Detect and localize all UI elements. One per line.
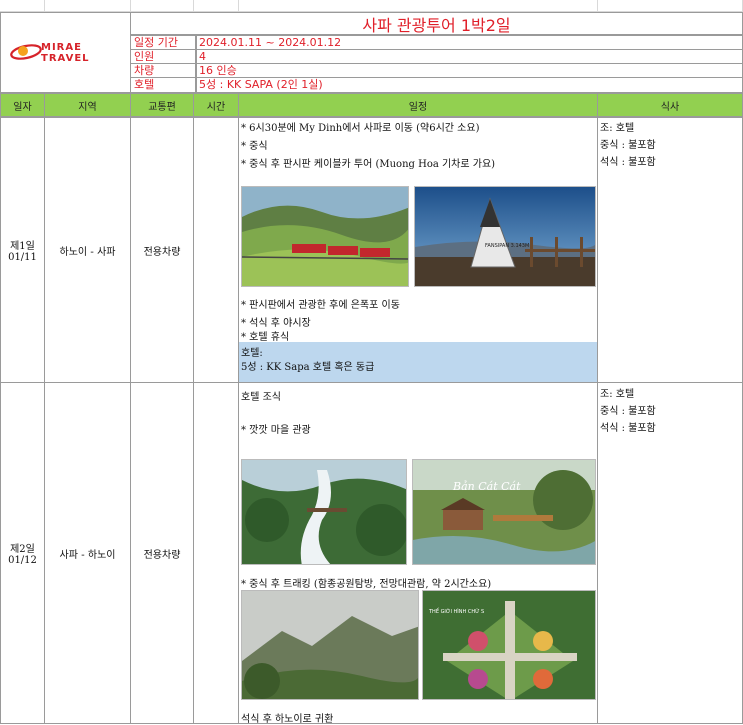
- column-header-meals: 식사: [597, 93, 743, 117]
- day2-line-2: * 깟깟 마을 관광: [241, 425, 311, 436]
- mountain-image: [242, 591, 418, 699]
- day2-transport: 전용차량: [130, 382, 194, 724]
- flower-garden-image: THẾ GIỚI HÌNH CHỮ S: [423, 591, 595, 699]
- cat-cat-caption: Bản Cát Cát: [452, 480, 521, 493]
- day1-line-4: * 판시판에서 관광한 후에 은폭포 이동: [241, 300, 400, 311]
- day1-schedule: * 6시30분에 My Dinh에서 사파로 이동 (약6시간 소요) * 중식…: [238, 117, 598, 383]
- day2-line-1: 호텔 조식: [241, 392, 281, 403]
- sapa-train-image: [242, 187, 408, 286]
- info-value-people: 4: [196, 49, 743, 64]
- day1-transport: 전용차량: [130, 117, 194, 383]
- column-header-day: 일자: [0, 93, 45, 117]
- day1-day-label: 제1일: [10, 241, 35, 252]
- day2-line-3: * 중식 후 트래킹 (함종공원탐방, 전망대관람, 약 2시간소요): [241, 579, 492, 590]
- flower-garden-caption: THẾ GIỚI HÌNH CHỮ S: [428, 607, 484, 615]
- info-value-hotel: 5성 : KK SAPA (2인 1실): [196, 77, 743, 93]
- info-label-people: 인원: [130, 49, 196, 64]
- logo-text-2: TRAVEL: [41, 53, 90, 64]
- info-label-vehicle: 차량: [130, 63, 196, 78]
- day2-time: [193, 382, 239, 724]
- day2-schedule: 호텔 조식 * 깟깟 마을 관광 Bản Cát Cát * 중식 후 트래킹 …: [238, 382, 598, 725]
- fansipan-peak-photo: FANSIPAN 3.143M: [414, 186, 596, 287]
- info-table: 일정 기간 2024.01.11 ~ 2024.01.12 인원 4 차량 16…: [130, 35, 743, 93]
- day2-meal-breakfast: 조: 호텔: [600, 389, 635, 400]
- waterfall-image: [242, 460, 406, 564]
- day1-hotel-value: 5성 : KK Sapa 호텔 혹은 동급: [241, 362, 375, 373]
- waterfall-photo: [241, 459, 407, 565]
- day1-hotel-box: 호텔: 5성 : KK Sapa 호텔 혹은 동급: [239, 342, 597, 382]
- logo: MIRAE TRAVEL: [9, 41, 109, 71]
- day1-time: [193, 117, 239, 383]
- info-label-period: 일정 기간: [130, 35, 196, 50]
- sapa-train-photo: [241, 186, 409, 287]
- flower-garden-photo: THẾ GIỚI HÌNH CHỮ S: [422, 590, 596, 700]
- day2-meals: 조: 호텔 중식 : 불포함 석식 : 불포함: [597, 382, 743, 724]
- cat-cat-image: Bản Cát Cát: [413, 460, 595, 564]
- cat-cat-village-photo: Bản Cát Cát: [412, 459, 596, 565]
- info-value-period: 2024.01.11 ~ 2024.01.12: [196, 35, 743, 50]
- logo-cell: MIRAE TRAVEL: [0, 12, 131, 93]
- day1-meals: 조: 호텔 중식 : 불포함 석식 : 불포함: [597, 117, 743, 383]
- day1-day-cell: 제1일 01/11: [0, 117, 45, 383]
- page-title: 사파 관광투어 1박2일: [130, 12, 743, 35]
- column-header-region: 지역: [44, 93, 131, 117]
- day2-meal-lunch: 중식 : 불포함: [600, 406, 656, 417]
- info-value-vehicle: 16 인승: [196, 63, 743, 78]
- day1-line-5: * 석식 후 야시장: [241, 318, 311, 329]
- info-label-hotel: 호텔: [130, 77, 196, 93]
- fansipan-image: FANSIPAN 3.143M: [415, 187, 595, 286]
- column-header-time: 시간: [193, 93, 239, 117]
- fansipan-caption: FANSIPAN 3.143M: [485, 243, 529, 249]
- day1-date: 01/11: [8, 252, 37, 263]
- day1-line-1: * 6시30분에 My Dinh에서 사파로 이동 (약6시간 소요): [241, 123, 480, 134]
- day1-meal-breakfast: 조: 호텔: [600, 123, 635, 134]
- day1-line-2: * 중식: [241, 141, 268, 152]
- column-header-schedule: 일정: [238, 93, 598, 117]
- day1-line-3: * 중식 후 판시판 케이블카 투어 (Muong Hoa 기차로 가요): [241, 159, 496, 170]
- day1-meal-lunch: 중식 : 불포함: [600, 140, 656, 151]
- day2-line-4: 석식 후 하노이로 귀환: [241, 714, 334, 725]
- day2-day-cell: 제2일 01/12: [0, 382, 45, 724]
- column-header-transport: 교통편: [130, 93, 194, 117]
- logo-swoosh-icon: [10, 44, 42, 60]
- day2-day-label: 제2일: [10, 544, 35, 555]
- day1-region: 하노이 - 사파: [44, 117, 131, 383]
- day1-hotel-label: 호텔:: [241, 348, 263, 359]
- logo-text-1: MIRAE: [41, 42, 82, 53]
- day2-meal-dinner: 석식 : 불포함: [600, 423, 656, 434]
- mountain-photo: [241, 590, 419, 700]
- day1-line-6: * 호텔 휴식: [241, 332, 290, 343]
- day2-region: 사파 - 하노이: [44, 382, 131, 724]
- day2-date: 01/12: [8, 555, 37, 566]
- day1-meal-dinner: 석식 : 불포함: [600, 157, 656, 168]
